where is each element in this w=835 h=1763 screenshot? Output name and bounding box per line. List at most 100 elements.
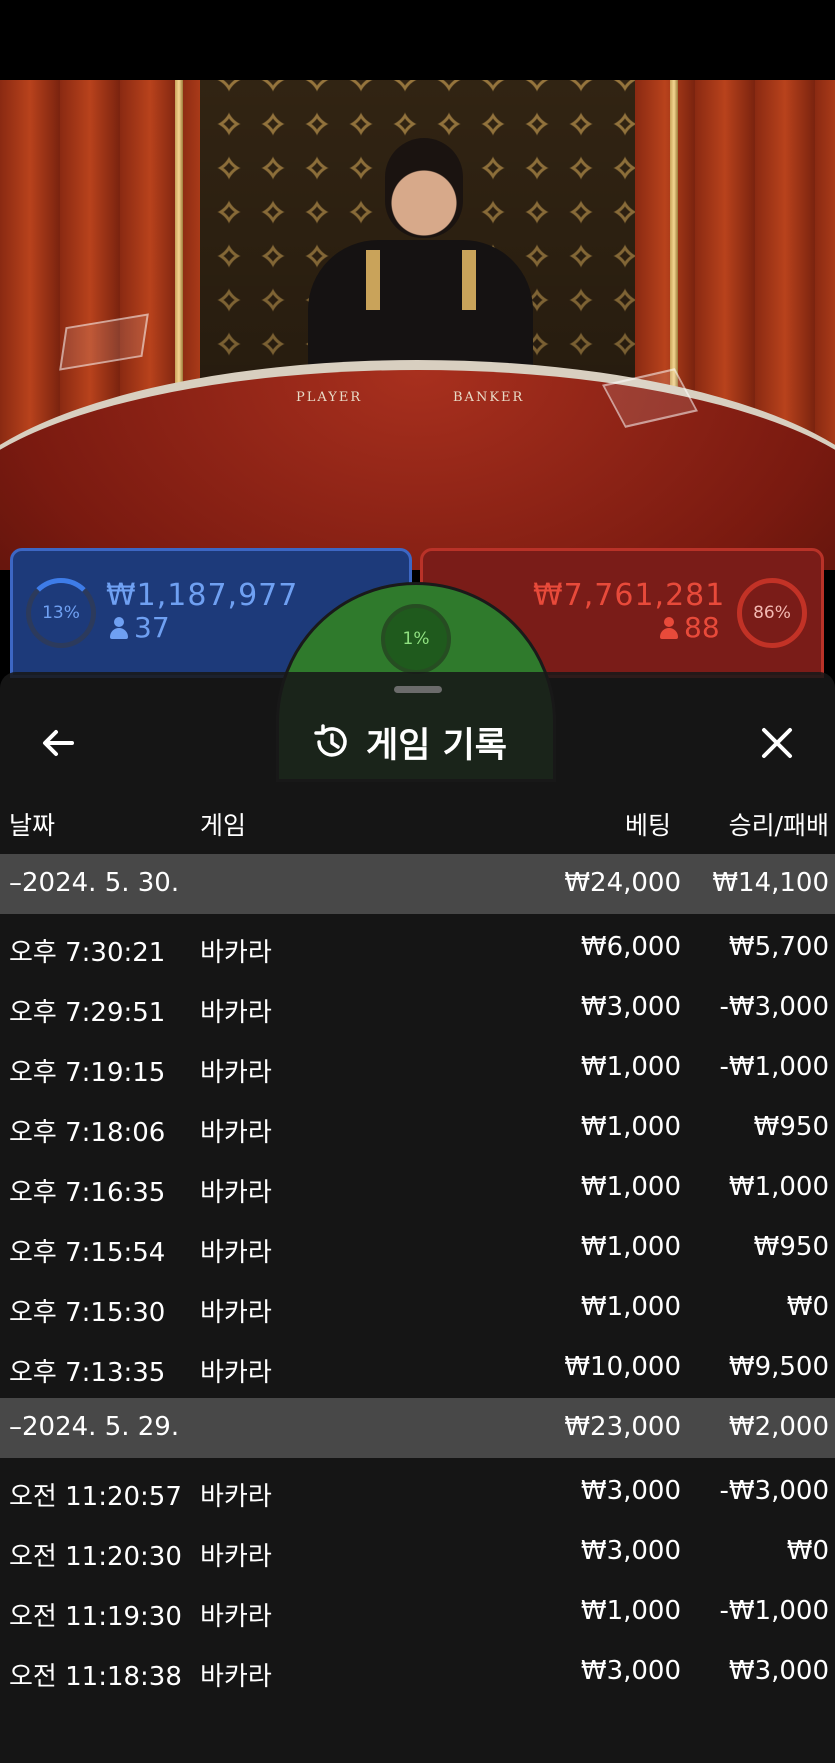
history-row[interactable]: 오후 7:29:51 바카라 ₩3,000 -₩3,000 bbox=[0, 978, 835, 1038]
row-winloss: ₩950 bbox=[753, 1232, 829, 1262]
tie-percent-ring: 1% bbox=[381, 604, 451, 674]
history-list: –2024. 5. 30. ₩24,000 ₩14,100 오후 7:30:21… bbox=[0, 854, 835, 1702]
history-row[interactable]: 오후 7:16:35 바카라 ₩1,000 ₩1,000 bbox=[0, 1158, 835, 1218]
history-row[interactable]: 오전 11:20:57 바카라 ₩3,000 -₩3,000 bbox=[0, 1462, 835, 1522]
row-bet: ₩1,000 bbox=[580, 1232, 681, 1262]
banker-percent: 86% bbox=[753, 603, 791, 623]
date-group-row[interactable]: –2024. 5. 29. ₩23,000 ₩2,000 bbox=[0, 1398, 835, 1458]
row-winloss: ₩950 bbox=[753, 1112, 829, 1142]
sheet-title: 게임 기록 bbox=[366, 725, 507, 766]
row-bet: ₩6,000 bbox=[580, 932, 681, 962]
row-time: 오전 11:20:30 bbox=[9, 1542, 182, 1572]
banker-count-value: 88 bbox=[684, 611, 720, 644]
close-button[interactable] bbox=[754, 720, 800, 766]
banker-bet-total: ₩7,761,281 bbox=[533, 578, 726, 613]
row-game: 바카라 bbox=[200, 1482, 272, 1512]
row-winloss: -₩1,000 bbox=[719, 1596, 829, 1626]
group-bet-total: ₩23,000 bbox=[564, 1412, 681, 1442]
row-winloss: -₩3,000 bbox=[719, 1476, 829, 1506]
row-bet: ₩1,000 bbox=[580, 1112, 681, 1142]
row-time: 오후 7:13:35 bbox=[9, 1358, 166, 1388]
column-game[interactable]: 게임 bbox=[200, 806, 246, 842]
dealer-head bbox=[385, 138, 463, 238]
row-game: 바카라 bbox=[200, 1358, 272, 1388]
row-bet: ₩1,000 bbox=[580, 1596, 681, 1626]
arrow-left-icon bbox=[43, 730, 74, 756]
sheet-title-group: 게임 기록 bbox=[310, 716, 507, 768]
row-game: 바카라 bbox=[200, 1662, 272, 1692]
close-icon bbox=[762, 728, 792, 758]
row-winloss: -₩3,000 bbox=[719, 992, 829, 1022]
status-bar bbox=[0, 0, 835, 80]
row-game: 바카라 bbox=[200, 1178, 272, 1208]
banker-percent-ring: 86% bbox=[737, 578, 807, 648]
row-bet: ₩10,000 bbox=[564, 1352, 681, 1382]
history-row[interactable]: 오전 11:20:30 바카라 ₩3,000 ₩0 bbox=[0, 1522, 835, 1582]
row-time: 오전 11:19:30 bbox=[9, 1602, 182, 1632]
history-row[interactable]: 오후 7:18:06 바카라 ₩1,000 ₩950 bbox=[0, 1098, 835, 1158]
history-row[interactable]: 오후 7:15:54 바카라 ₩1,000 ₩950 bbox=[0, 1218, 835, 1278]
row-time: 오후 7:15:30 bbox=[9, 1298, 166, 1328]
row-bet: ₩3,000 bbox=[580, 1536, 681, 1566]
date-group-row[interactable]: –2024. 5. 30. ₩24,000 ₩14,100 bbox=[0, 854, 835, 914]
row-bet: ₩3,000 bbox=[580, 1656, 681, 1686]
player-count-value: 37 bbox=[134, 611, 170, 644]
sheet-header: 게임 기록 bbox=[0, 708, 835, 778]
row-time: 오전 11:18:38 bbox=[9, 1662, 182, 1692]
group-winloss-total: ₩2,000 bbox=[728, 1412, 829, 1442]
back-button[interactable] bbox=[36, 720, 82, 766]
row-bet: ₩3,000 bbox=[580, 1476, 681, 1506]
row-winloss: ₩0 bbox=[786, 1292, 829, 1322]
row-time: 오후 7:29:51 bbox=[9, 998, 166, 1028]
group-date: –2024. 5. 30. bbox=[9, 868, 180, 898]
history-icon bbox=[314, 724, 347, 757]
drag-handle[interactable] bbox=[394, 686, 442, 693]
row-time: 오후 7:30:21 bbox=[9, 938, 166, 968]
row-time: 오후 7:19:15 bbox=[9, 1058, 166, 1088]
row-game: 바카라 bbox=[200, 998, 272, 1028]
history-row[interactable]: 오후 7:15:30 바카라 ₩1,000 ₩0 bbox=[0, 1278, 835, 1338]
player-bet-total: ₩1,187,977 bbox=[106, 578, 299, 613]
row-time: 오후 7:18:06 bbox=[9, 1118, 166, 1148]
history-row[interactable]: 오후 7:19:15 바카라 ₩1,000 -₩1,000 bbox=[0, 1038, 835, 1098]
row-game: 바카라 bbox=[200, 938, 272, 968]
row-game: 바카라 bbox=[200, 1238, 272, 1268]
player-percent: 13% bbox=[42, 603, 80, 623]
row-bet: ₩3,000 bbox=[580, 992, 681, 1022]
row-bet: ₩1,000 bbox=[580, 1052, 681, 1082]
table-header: 날짜 게임 베팅 승리/패배 bbox=[0, 802, 835, 842]
person-icon bbox=[110, 617, 128, 639]
group-bet-total: ₩24,000 bbox=[564, 868, 681, 898]
history-row[interactable]: 오후 7:30:21 바카라 ₩6,000 ₩5,700 bbox=[0, 918, 835, 978]
column-bet[interactable]: 베팅 bbox=[625, 806, 671, 842]
row-game: 바카라 bbox=[200, 1118, 272, 1148]
row-winloss: ₩9,500 bbox=[728, 1352, 829, 1382]
row-winloss: ₩3,000 bbox=[728, 1656, 829, 1686]
player-percent-ring: 13% bbox=[26, 578, 96, 648]
column-date[interactable]: 날짜 bbox=[9, 806, 55, 842]
row-game: 바카라 bbox=[200, 1298, 272, 1328]
row-game: 바카라 bbox=[200, 1058, 272, 1088]
live-video: PLAYER BANKER bbox=[0, 80, 835, 570]
row-time: 오후 7:16:35 bbox=[9, 1178, 166, 1208]
history-row[interactable]: 오전 11:19:30 바카라 ₩1,000 -₩1,000 bbox=[0, 1582, 835, 1642]
person-icon bbox=[660, 617, 678, 639]
group-winloss-total: ₩14,100 bbox=[712, 868, 829, 898]
table-label-banker: BANKER bbox=[453, 390, 525, 405]
row-time: 오전 11:20:57 bbox=[9, 1482, 182, 1512]
history-row[interactable]: 오후 7:13:35 바카라 ₩10,000 ₩9,500 bbox=[0, 1338, 835, 1398]
player-bettor-count: 37 bbox=[110, 611, 170, 644]
game-history-sheet: 게임 기록 날짜 게임 베팅 승리/패배 –2024. 5. 30. ₩24,0… bbox=[0, 672, 835, 1763]
row-winloss: ₩5,700 bbox=[728, 932, 829, 962]
column-winloss[interactable]: 승리/패배 bbox=[729, 806, 829, 842]
row-game: 바카라 bbox=[200, 1602, 272, 1632]
row-winloss: -₩1,000 bbox=[719, 1052, 829, 1082]
table-label-player: PLAYER bbox=[296, 390, 363, 405]
row-bet: ₩1,000 bbox=[580, 1172, 681, 1202]
group-date: –2024. 5. 29. bbox=[9, 1412, 180, 1442]
row-bet: ₩1,000 bbox=[580, 1292, 681, 1322]
row-game: 바카라 bbox=[200, 1542, 272, 1572]
banker-bettor-count: 88 bbox=[660, 611, 720, 644]
history-row[interactable]: 오전 11:18:38 바카라 ₩3,000 ₩3,000 bbox=[0, 1642, 835, 1702]
tie-percent: 1% bbox=[402, 629, 430, 649]
